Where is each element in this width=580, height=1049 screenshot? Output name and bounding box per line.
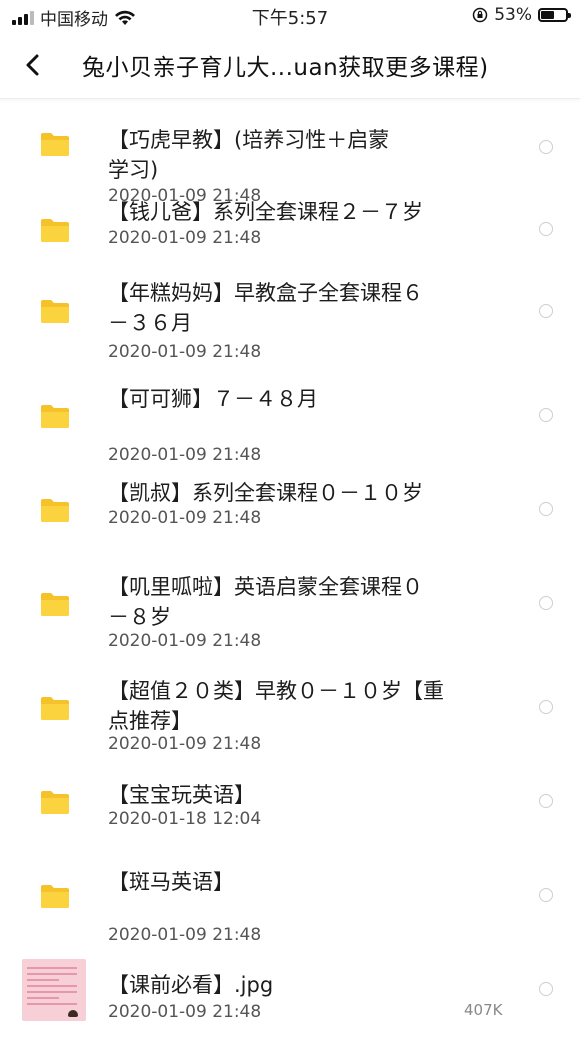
folder-icon: [41, 697, 69, 720]
select-radio[interactable]: [539, 140, 553, 154]
folder-icon: [41, 405, 69, 428]
file-name-line: 点推荐】: [108, 709, 192, 733]
file-row[interactable]: 【巧虎早教】(培养习性＋启蒙 学习) 2020-01-09 21:48: [0, 113, 580, 206]
orientation-lock-icon: [472, 7, 488, 23]
status-bar: 中国移动 下午5:57 53%: [0, 0, 580, 32]
file-name: 【斑马英语】: [108, 867, 478, 897]
file-date: 2020-01-09 21:48: [108, 734, 262, 754]
folder-icon: [41, 791, 69, 814]
back-button[interactable]: [18, 50, 48, 80]
file-name: 【课前必看】.jpg: [108, 970, 478, 1000]
wifi-icon: [115, 10, 135, 25]
file-name-line: 【斑马英语】: [108, 870, 234, 894]
file-name-line: 【超值２０类】早教０－１０岁【重: [108, 679, 444, 703]
file-name-line: 【钱儿爸】系列全套课程２－７岁: [108, 200, 423, 224]
folder-icon: [41, 499, 69, 522]
file-row[interactable]: 【可可狮】７－４８月 2020-01-09 21:48: [0, 387, 580, 485]
file-row[interactable]: 【凯叔】系列全套课程０－１０岁 2020-01-09 21:48: [0, 481, 580, 579]
image-thumbnail: [22, 959, 86, 1021]
file-name: 【巧虎早教】(培养习性＋启蒙 学习): [108, 125, 478, 185]
file-name: 【可可狮】７－４８月: [108, 384, 478, 414]
folder-icon: [41, 593, 69, 616]
select-radio[interactable]: [539, 700, 553, 714]
file-name-line: 【可可狮】７－４８月: [108, 387, 318, 411]
status-right: 53%: [472, 5, 571, 25]
file-date: 2020-01-09 21:48: [108, 228, 262, 248]
file-name-line: －８岁: [108, 605, 171, 629]
folder-icon: [41, 300, 69, 323]
battery-icon: [538, 8, 571, 22]
select-radio[interactable]: [539, 982, 553, 996]
select-radio[interactable]: [539, 888, 553, 902]
select-radio[interactable]: [539, 794, 553, 808]
file-name: 【年糕妈妈】早教盒子全套课程６ －３６月: [108, 278, 478, 338]
file-row[interactable]: 【宝宝玩英语】 2020-01-18 12:04: [0, 783, 580, 873]
file-name-line: 【巧虎早教】(培养习性＋启蒙: [108, 128, 390, 152]
file-name-line: 【课前必看】.jpg: [108, 973, 274, 997]
chevron-left-icon: [26, 54, 39, 76]
signal-icon: [12, 10, 34, 25]
file-name-line: 【凯叔】系列全套课程０－１０岁: [108, 481, 423, 505]
select-radio[interactable]: [539, 408, 553, 422]
file-size: 407K: [464, 1001, 503, 1019]
file-name: 【凯叔】系列全套课程０－１０岁: [108, 478, 478, 508]
file-row[interactable]: 【课前必看】.jpg 2020-01-09 21:48 407K: [0, 959, 580, 1049]
file-name: 【叽里呱啦】英语启蒙全套课程０ －８岁: [108, 572, 478, 632]
file-name: 【宝宝玩英语】: [108, 780, 478, 810]
select-radio[interactable]: [539, 222, 553, 236]
file-date: 2020-01-09 21:48: [108, 445, 262, 465]
file-name: 【超值２０类】早教０－１０岁【重 点推荐】: [108, 676, 478, 736]
folder-icon: [41, 219, 69, 242]
page-title: 兔小贝亲子育儿大...uan获取更多课程): [82, 55, 489, 81]
file-name-line: 【年糕妈妈】早教盒子全套课程６: [108, 281, 423, 305]
folder-icon: [41, 885, 69, 908]
file-date: 2020-01-09 21:48: [108, 508, 262, 528]
folder-icon: [41, 133, 69, 156]
file-date: 2020-01-09 21:48: [108, 631, 262, 651]
select-radio[interactable]: [539, 304, 553, 318]
select-radio[interactable]: [539, 596, 553, 610]
file-row[interactable]: 【叽里呱啦】英语启蒙全套课程０ －８岁 2020-01-09 21:48: [0, 575, 580, 673]
file-row[interactable]: 【斑马英语】 2020-01-09 21:48: [0, 870, 580, 967]
file-name-line: －３６月: [108, 311, 192, 335]
select-radio[interactable]: [539, 502, 553, 516]
file-name-line: 【宝宝玩英语】: [108, 783, 255, 807]
battery-percent: 53%: [494, 5, 532, 25]
file-date: 2020-01-09 21:48: [108, 1002, 262, 1022]
file-name-line: 学习): [108, 158, 159, 182]
file-name: 【钱儿爸】系列全套课程２－７岁: [108, 197, 478, 227]
file-date: 2020-01-18 12:04: [108, 809, 262, 829]
nav-bar: 兔小贝亲子育儿大...uan获取更多课程): [0, 32, 580, 99]
carrier-label: 中国移动: [40, 10, 108, 30]
file-date: 2020-01-09 21:48: [108, 925, 262, 945]
file-name-line: 【叽里呱啦】英语启蒙全套课程０: [108, 575, 423, 599]
file-row[interactable]: 【超值２０类】早教０－１０岁【重 点推荐】 2020-01-09 21:48: [0, 679, 580, 779]
status-left: 中国移动: [12, 5, 136, 30]
file-row[interactable]: 【年糕妈妈】早教盒子全套课程６ －３６月 2020-01-09 21:48: [0, 281, 580, 385]
file-date: 2020-01-09 21:48: [108, 342, 262, 362]
